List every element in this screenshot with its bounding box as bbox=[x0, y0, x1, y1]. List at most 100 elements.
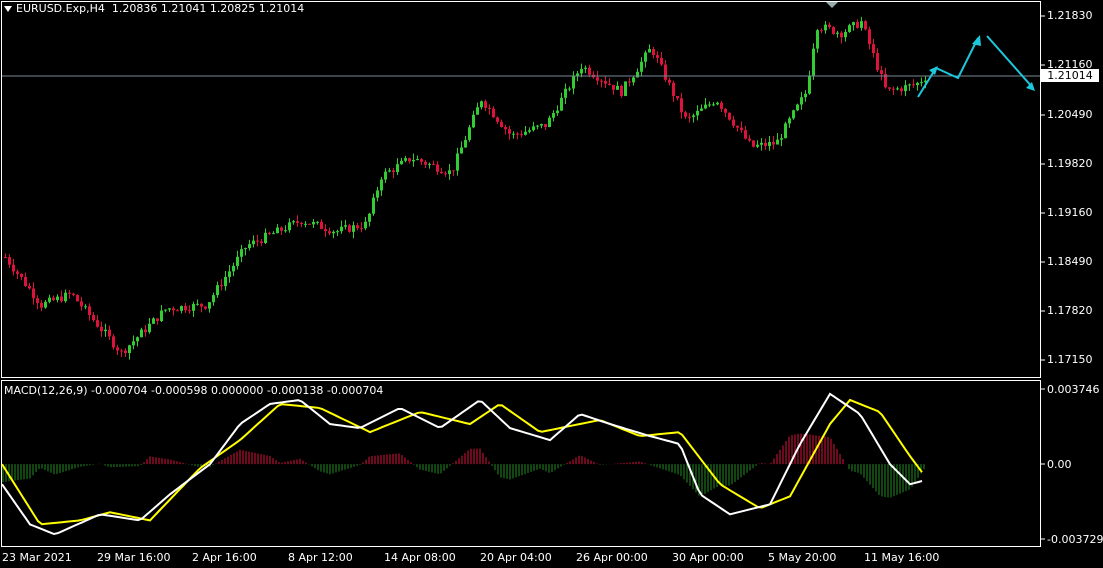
candle-body bbox=[376, 190, 379, 198]
candle-body bbox=[380, 179, 383, 191]
candle-body bbox=[720, 102, 723, 109]
candle-body bbox=[848, 25, 851, 32]
candle-body bbox=[56, 296, 59, 301]
candle-body bbox=[148, 323, 151, 333]
candle-body bbox=[632, 77, 635, 83]
candle-body bbox=[172, 308, 175, 311]
candle-body bbox=[468, 127, 471, 140]
candle-body bbox=[508, 129, 511, 134]
candle-body bbox=[136, 337, 139, 342]
candle-body bbox=[880, 70, 883, 74]
candle-body bbox=[676, 96, 679, 99]
candle-body bbox=[704, 104, 707, 109]
candle-body bbox=[300, 222, 303, 225]
candle-body bbox=[120, 350, 123, 352]
candle-body bbox=[680, 98, 683, 113]
candle-body bbox=[344, 225, 347, 227]
candle-body bbox=[248, 244, 251, 249]
candle-body bbox=[744, 130, 747, 139]
candle-body bbox=[160, 310, 163, 322]
candle-body bbox=[316, 221, 319, 223]
candle-body bbox=[756, 144, 759, 147]
candle-body bbox=[596, 77, 599, 81]
candle-body bbox=[444, 173, 447, 175]
candle-body bbox=[456, 153, 459, 171]
candle-body bbox=[656, 55, 659, 58]
candle-body bbox=[52, 297, 55, 301]
candle-body bbox=[432, 163, 435, 165]
candle-body bbox=[692, 115, 695, 118]
candle-body bbox=[760, 142, 763, 145]
candle-body bbox=[552, 113, 555, 118]
candle-body bbox=[228, 271, 231, 277]
candle-body bbox=[40, 302, 43, 308]
candle-body bbox=[636, 71, 639, 78]
candle-body bbox=[44, 301, 47, 308]
candle-body bbox=[168, 308, 171, 310]
time-label: 30 Apr 00:00 bbox=[672, 551, 744, 564]
candle-body bbox=[304, 223, 307, 225]
candle-body bbox=[264, 232, 267, 244]
candle-body bbox=[904, 85, 907, 92]
candle-body bbox=[792, 110, 795, 119]
candle-body bbox=[244, 248, 247, 250]
candle-body bbox=[696, 110, 699, 116]
macd-pane-frame bbox=[1, 380, 1041, 547]
candle-body bbox=[780, 138, 783, 140]
candle-body bbox=[504, 126, 507, 130]
candle-body bbox=[16, 271, 19, 274]
candle-body bbox=[32, 288, 35, 299]
candle-body bbox=[268, 232, 271, 234]
candle-body bbox=[448, 170, 451, 174]
candle-body bbox=[36, 298, 39, 303]
candle-body bbox=[424, 161, 427, 165]
candle-body bbox=[372, 197, 375, 214]
arrowhead-icon bbox=[972, 35, 981, 46]
price-tick: 1.17150 bbox=[1047, 353, 1093, 366]
candle-body bbox=[900, 88, 903, 92]
candle-body bbox=[828, 24, 831, 28]
candle-body bbox=[768, 141, 771, 147]
candle-body bbox=[752, 140, 755, 147]
candle-body bbox=[496, 117, 499, 122]
candle-body bbox=[340, 226, 343, 232]
candle-body bbox=[808, 75, 811, 94]
candle-body bbox=[580, 68, 583, 74]
candle-body bbox=[820, 30, 823, 32]
candle-body bbox=[284, 230, 287, 232]
candle-body bbox=[416, 159, 419, 161]
candle-body bbox=[480, 101, 483, 108]
candle-body bbox=[736, 125, 739, 128]
candle-body bbox=[584, 67, 587, 69]
candle-body bbox=[176, 310, 179, 312]
candle-body bbox=[8, 257, 11, 265]
candle-body bbox=[256, 240, 259, 242]
candle-body bbox=[748, 138, 751, 141]
candle-body bbox=[128, 345, 131, 354]
candle-body bbox=[452, 170, 455, 172]
candle-body bbox=[644, 52, 647, 62]
candle-body bbox=[108, 329, 111, 337]
trading-chart-window[interactable]: EURUSD.Exp,H4 1.20836 1.21041 1.20825 1.… bbox=[0, 0, 1103, 568]
candle-body bbox=[64, 292, 67, 302]
candle-body bbox=[844, 31, 847, 38]
candle-body bbox=[20, 273, 23, 277]
time-label: 20 Apr 04:00 bbox=[480, 551, 552, 564]
chart-canvas[interactable] bbox=[0, 0, 1103, 568]
candle-body bbox=[76, 294, 79, 302]
candle-body bbox=[292, 221, 295, 223]
candle-body bbox=[564, 88, 567, 98]
candle-body bbox=[368, 213, 371, 222]
candle-body bbox=[724, 108, 727, 113]
candle-body bbox=[204, 306, 207, 309]
candle-body bbox=[740, 127, 743, 131]
candle-body bbox=[112, 336, 115, 348]
candle-body bbox=[392, 170, 395, 173]
candle-body bbox=[240, 249, 243, 257]
forecast-down-line bbox=[986, 35, 1034, 89]
candle-body bbox=[888, 87, 891, 89]
candle-body bbox=[208, 302, 211, 309]
candle-body bbox=[816, 30, 819, 49]
candle-body bbox=[460, 147, 463, 154]
forecast-zigzag bbox=[917, 37, 979, 98]
